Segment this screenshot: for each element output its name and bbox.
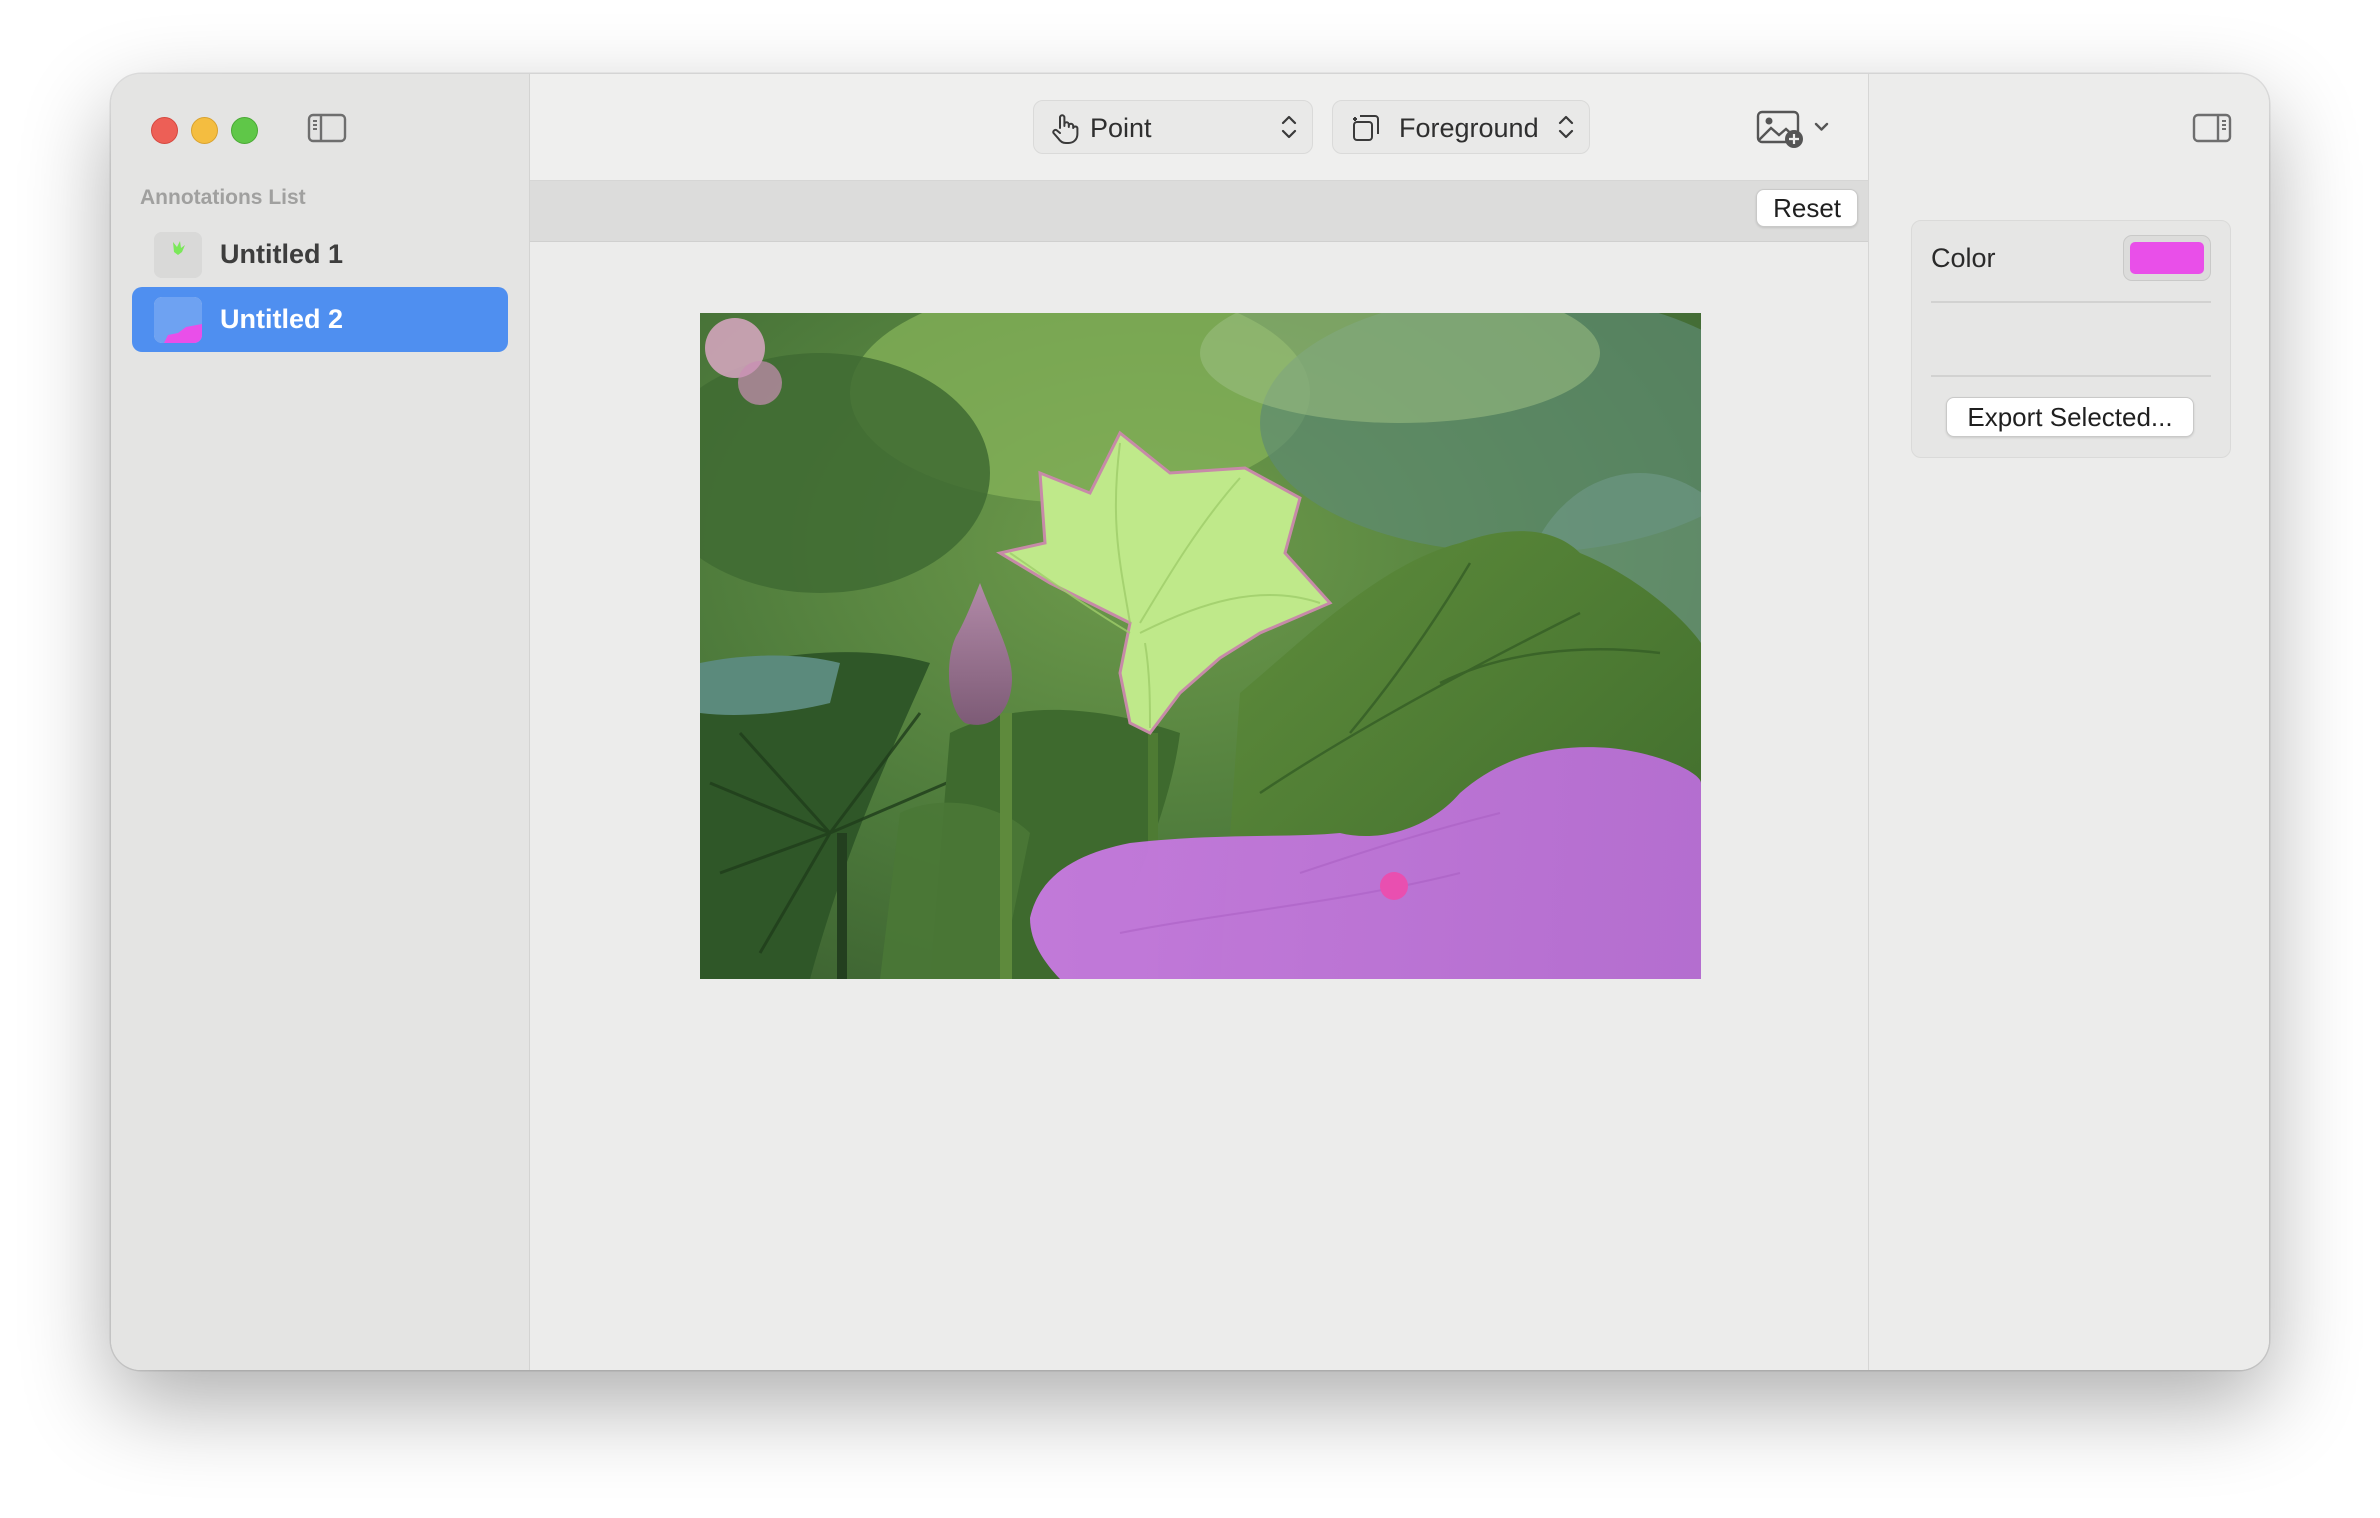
up-down-chevron-icon: [1558, 115, 1574, 139]
inspector: Color Export Selected...: [1868, 74, 2269, 1370]
point-marker: [1380, 872, 1408, 900]
canvas-subbar: Reset: [530, 181, 1868, 242]
hand-pointer-icon: [1052, 114, 1079, 144]
mode-popup-button[interactable]: Point: [1033, 100, 1313, 154]
layer-popup-label: Foreground: [1399, 113, 1539, 143]
annotation-item-untitled-1[interactable]: Untitled 1: [132, 222, 508, 287]
app-window: Annotations List Untitled 1 Untitled 2 P…: [111, 74, 2269, 1370]
main-content: Point Foreground Reset: [530, 74, 1868, 1370]
sidebar: Annotations List Untitled 1 Untitled 2: [111, 74, 530, 1370]
layer-popup-button[interactable]: Foreground: [1332, 100, 1590, 154]
up-down-chevron-icon: [1281, 115, 1297, 139]
color-swatch: [2130, 242, 2204, 274]
sidebar-toggle-icon[interactable]: [307, 112, 347, 144]
color-well[interactable]: [2123, 235, 2211, 281]
annotation-item-label: Untitled 1: [220, 239, 344, 269]
mode-popup-label: Point: [1090, 113, 1152, 143]
reset-button[interactable]: Reset: [1756, 189, 1858, 227]
zoom-window-button[interactable]: [231, 117, 258, 144]
toolbar: Point Foreground: [530, 74, 1868, 181]
close-window-button[interactable]: [151, 117, 178, 144]
inspector-toggle-icon[interactable]: [2192, 112, 2232, 144]
annotation-settings-panel: Color Export Selected...: [1911, 220, 2231, 458]
annotation-item-untitled-2[interactable]: Untitled 2: [132, 287, 508, 352]
layers-icon: [1353, 115, 1379, 141]
color-label: Color: [1931, 243, 1996, 273]
minimize-window-button[interactable]: [191, 117, 218, 144]
divider: [1931, 375, 2211, 377]
annotations-list-title: Annotations List: [140, 186, 306, 209]
annotation-thumbnail: [154, 297, 202, 343]
divider: [1931, 301, 2211, 303]
annotation-item-label: Untitled 2: [220, 304, 344, 334]
annotation-thumbnail: [154, 232, 202, 278]
export-selected-button[interactable]: Export Selected...: [1946, 397, 2194, 437]
annotated-image[interactable]: [700, 313, 1701, 979]
add-photo-icon[interactable]: [1756, 107, 1836, 149]
